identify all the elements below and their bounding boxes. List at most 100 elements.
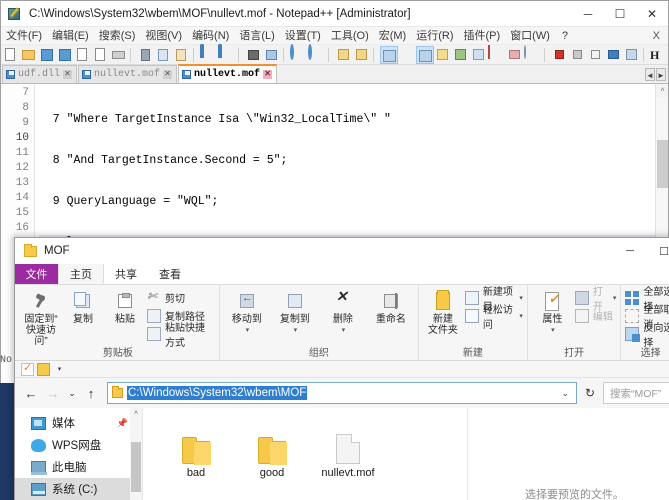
file-list-pane[interactable]: bad good nullevt.mof <box>143 408 467 500</box>
search-input[interactable]: 搜索“MOF” <box>603 382 669 404</box>
rename-button[interactable]: 重命名 <box>368 288 414 325</box>
up-button[interactable]: ↑ <box>81 383 101 403</box>
word-wrap-icon[interactable] <box>380 45 398 64</box>
edit-button[interactable]: 编辑 <box>574 307 616 324</box>
menu-language[interactable]: 语言(L) <box>234 27 279 45</box>
close-file-icon[interactable] <box>74 46 92 64</box>
refresh-icon[interactable]: ↻ <box>579 382 601 404</box>
copy-to-button[interactable]: 复制到 ▾ <box>272 288 318 336</box>
stop-recording-icon[interactable] <box>569 46 587 64</box>
print-icon[interactable] <box>110 46 128 64</box>
dropdown-caret-icon[interactable]: ▾ <box>551 325 555 336</box>
sync-vertical-scroll-icon[interactable] <box>335 46 353 64</box>
dropdown-caret-icon[interactable]: ▾ <box>342 325 346 336</box>
dropdown-caret-icon[interactable]: ▾ <box>294 325 298 336</box>
tab-close-icon[interactable]: ✕ <box>163 70 173 79</box>
tab-scroll-right-button[interactable]: ► <box>656 68 666 81</box>
menu-help[interactable]: ? <box>555 27 575 45</box>
find-icon[interactable] <box>245 46 263 64</box>
scroll-up-arrow-icon[interactable]: ˄ <box>130 408 142 420</box>
new-folder-quick-icon[interactable] <box>37 362 50 376</box>
tab-scroll-left-button[interactable]: ◄ <box>645 68 655 81</box>
file-item-good[interactable]: good <box>241 426 303 479</box>
file-item-nullevt-mof[interactable]: nullevt.mof <box>317 426 379 479</box>
close-all-icon[interactable] <box>92 46 110 64</box>
address-input[interactable]: C:\Windows\System32\wbem\MOF ⌄ <box>107 382 577 404</box>
menu-plugins[interactable]: 插件(P) <box>459 27 506 45</box>
ribbon-tab-share[interactable]: 共享 <box>104 264 148 284</box>
dropdown-caret-icon[interactable]: ▾ <box>613 294 617 302</box>
run-macro-multiple-times-icon[interactable] <box>605 46 623 64</box>
new-file-icon[interactable] <box>2 46 20 64</box>
menu-encoding[interactable]: 编码(N) <box>187 27 234 45</box>
copy-icon[interactable] <box>155 46 173 64</box>
properties-check-icon[interactable] <box>21 361 34 376</box>
menu-view[interactable]: 视图(V) <box>140 27 187 45</box>
open-file-icon[interactable] <box>20 46 38 64</box>
menubar-close-doc-button[interactable]: X <box>653 30 660 42</box>
monitoring-icon[interactable] <box>524 44 542 64</box>
zoom-out-icon[interactable] <box>308 43 326 64</box>
document-list-icon[interactable] <box>470 46 488 64</box>
save-macro-icon[interactable] <box>623 46 641 64</box>
ribbon-tab-view[interactable]: 查看 <box>148 264 192 284</box>
maximize-button[interactable]: ☐ <box>604 1 636 27</box>
ribbon-tab-home[interactable]: 主页 <box>58 264 104 284</box>
minimize-button[interactable]: ─ <box>572 1 604 27</box>
dropdown-caret-icon[interactable]: ▾ <box>519 312 523 320</box>
editor-tab-nullevt-mof-1[interactable]: nullevt.mof ✕ <box>78 65 178 83</box>
show-all-characters-icon[interactable] <box>398 46 416 64</box>
save-icon[interactable] <box>38 46 56 64</box>
maximize-button[interactable]: ☐ <box>647 238 669 264</box>
address-dropdown-icon[interactable]: ⌄ <box>556 388 574 399</box>
minimize-button[interactable]: ─ <box>613 238 647 264</box>
tab-close-icon[interactable]: ✕ <box>63 70 73 79</box>
pin-to-quick-access-button[interactable]: 固定到“ 快速访问” <box>21 288 61 347</box>
ribbon-tab-file[interactable]: 文件 <box>15 264 58 284</box>
menu-settings[interactable]: 设置(T) <box>280 27 326 45</box>
zoom-in-icon[interactable] <box>290 43 308 64</box>
folder-as-workspace-icon[interactable] <box>506 46 524 64</box>
dropdown-caret-icon[interactable]: ▾ <box>53 363 66 376</box>
document-map-icon[interactable] <box>452 46 470 64</box>
scrollbar-thumb[interactable] <box>131 442 141 492</box>
record-macro-icon[interactable] <box>551 46 569 64</box>
navigation-pane-scrollbar[interactable]: ˄ <box>130 408 142 500</box>
menu-file[interactable]: 文件(F) <box>1 27 47 45</box>
nav-item-wps-cloud[interactable]: WPS网盘 <box>15 434 142 456</box>
forward-button[interactable]: → <box>43 383 63 403</box>
hex-editor-icon[interactable]: H <box>650 46 668 64</box>
editor-tab-udf-dll[interactable]: udf.dll ✕ <box>2 65 78 83</box>
cut-button[interactable]: 剪切 <box>147 289 215 306</box>
editor-tab-nullevt-mof-2[interactable]: nullevt.mof ✕ <box>178 64 278 83</box>
paste-icon[interactable] <box>173 46 191 64</box>
nav-item-system-c[interactable]: 系统 (C:) <box>15 478 142 500</box>
properties-button[interactable]: 属性 ▾ <box>532 288 573 336</box>
cut-icon[interactable] <box>137 46 155 64</box>
menu-run[interactable]: 运行(R) <box>411 27 458 45</box>
paste-shortcut-button[interactable]: 粘贴快捷方式 <box>147 323 215 349</box>
nav-item-media[interactable]: 媒体 📌 <box>15 412 142 434</box>
play-macro-icon[interactable] <box>587 46 605 64</box>
move-to-button[interactable]: 移动到 ▾ <box>224 288 270 336</box>
nav-item-this-pc[interactable]: 此电脑 <box>15 456 142 478</box>
back-button[interactable]: ← <box>21 383 41 403</box>
close-button[interactable]: ✕ <box>636 1 668 27</box>
copy-button[interactable]: 复制 <box>63 288 103 325</box>
function-list-icon[interactable] <box>488 44 506 64</box>
menu-macro[interactable]: 宏(M) <box>374 27 412 45</box>
menu-search[interactable]: 搜索(S) <box>94 27 141 45</box>
redo-icon[interactable] <box>218 43 236 64</box>
scroll-up-arrow-icon[interactable]: ˄ <box>656 84 668 97</box>
paste-button[interactable]: 粘贴 <box>105 288 145 325</box>
new-folder-button[interactable]: 新建 文件夹 <box>423 288 463 336</box>
file-item-bad[interactable]: bad <box>165 426 227 479</box>
undo-icon[interactable] <box>200 43 218 64</box>
open-button[interactable]: 打开 ▾ <box>574 287 617 313</box>
recent-locations-button[interactable]: ⌄ <box>65 383 79 403</box>
delete-button[interactable]: 删除 ▾ <box>320 288 366 336</box>
user-defined-dialog-icon[interactable] <box>434 46 452 64</box>
sync-horizontal-scroll-icon[interactable] <box>353 46 371 64</box>
dropdown-caret-icon[interactable]: ▾ <box>519 294 523 302</box>
menu-edit[interactable]: 编辑(E) <box>47 27 94 45</box>
